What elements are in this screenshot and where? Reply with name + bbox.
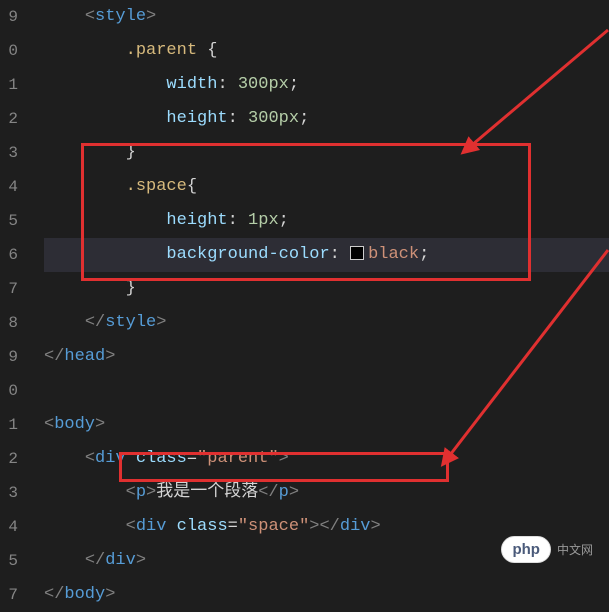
line-number: 7 (0, 578, 18, 612)
line-number: 2 (0, 442, 18, 476)
code-line: .parent { (44, 34, 609, 68)
code-line: </style> (44, 306, 609, 340)
line-number: 3 (0, 476, 18, 510)
color-swatch-icon (350, 246, 364, 260)
code-line: .space{ (44, 170, 609, 204)
code-line: </head> (44, 340, 609, 374)
line-number: 6 (0, 238, 18, 272)
code-line: height: 300px; (44, 102, 609, 136)
line-number: 3 (0, 136, 18, 170)
code-editor: 9 0 1 2 3 4 5 6 7 8 9 0 1 2 3 4 5 7 <sty… (0, 0, 609, 577)
line-number: 9 (0, 0, 18, 34)
line-number: 1 (0, 408, 18, 442)
code-line (44, 374, 609, 408)
watermark: php 中文网 (501, 536, 593, 563)
line-number-gutter: 9 0 1 2 3 4 5 6 7 8 9 0 1 2 3 4 5 7 (0, 0, 26, 577)
line-number: 4 (0, 510, 18, 544)
line-number: 5 (0, 544, 18, 578)
code-line: } (44, 272, 609, 306)
line-number: 1 (0, 68, 18, 102)
code-line: height: 1px; (44, 204, 609, 238)
line-number: 9 (0, 340, 18, 374)
code-line: background-color: black; (44, 238, 609, 272)
line-number: 8 (0, 306, 18, 340)
watermark-text: 中文网 (557, 541, 593, 558)
code-line: width: 300px; (44, 68, 609, 102)
code-line: } (44, 136, 609, 170)
line-number: 0 (0, 34, 18, 68)
code-line: <style> (44, 0, 609, 34)
line-number: 0 (0, 374, 18, 408)
code-line: <div class="parent"> (44, 442, 609, 476)
code-line: </body> (44, 578, 609, 612)
code-area[interactable]: <style> .parent { width: 300px; height: … (26, 0, 609, 577)
line-number: 5 (0, 204, 18, 238)
line-number: 2 (0, 102, 18, 136)
line-number: 4 (0, 170, 18, 204)
watermark-logo: php (501, 536, 551, 563)
code-line: <body> (44, 408, 609, 442)
code-line: <p>我是一个段落</p> (44, 476, 609, 510)
line-number: 7 (0, 272, 18, 306)
